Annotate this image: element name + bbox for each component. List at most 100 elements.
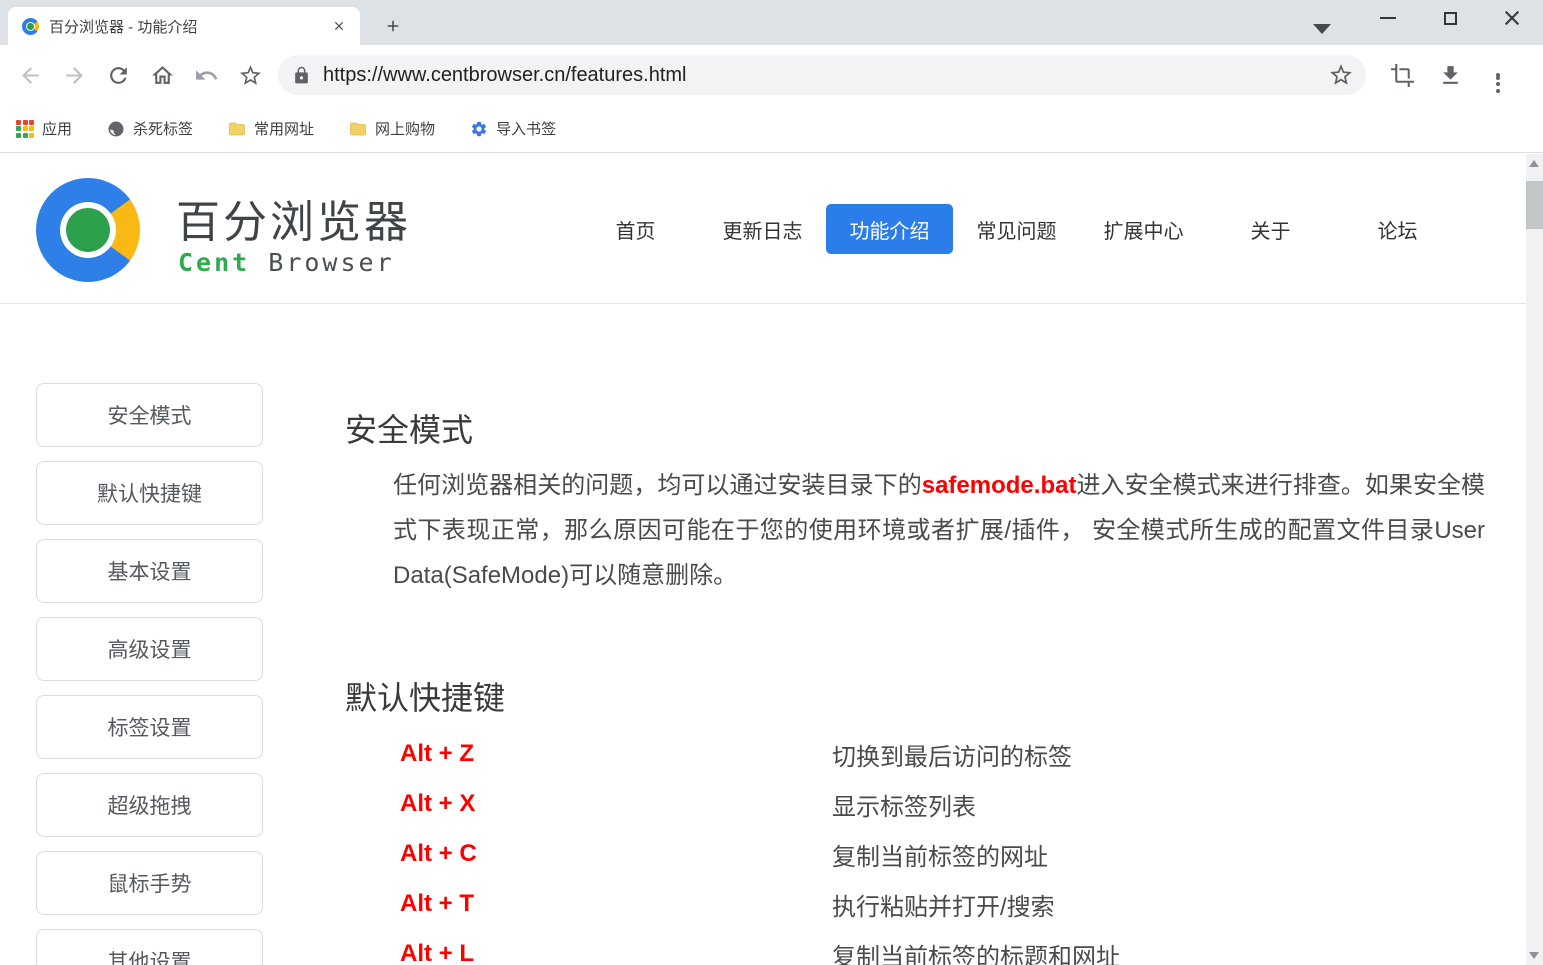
gear-icon: [470, 120, 488, 138]
sidebar-item-mouse-gesture[interactable]: 鼠标手势: [36, 851, 263, 915]
forward-icon: [62, 63, 87, 88]
bookmark-folder-shopping[interactable]: 网上购物: [345, 113, 439, 145]
minimize-button[interactable]: [1357, 0, 1419, 36]
scroll-up-icon[interactable]: [1529, 160, 1539, 167]
address-bar[interactable]: https://www.centbrowser.cn/features.html: [278, 55, 1366, 95]
folder-icon: [349, 120, 367, 138]
cent-browser-logo-icon[interactable]: [36, 178, 140, 282]
sidebar-item-advanced-settings[interactable]: 高级设置: [36, 617, 263, 681]
forward-button[interactable]: [52, 53, 96, 97]
main-column: 安全模式 任何浏览器相关的问题，均可以通过安装目录下的safemode.bat进…: [345, 305, 1505, 965]
section-heading-shortcuts: 默认快捷键: [345, 673, 505, 719]
favicon-cent-browser-icon: [22, 18, 39, 35]
sidebar-item-super-drag[interactable]: 超级拖拽: [36, 773, 263, 837]
bookmark-label: 常用网址: [254, 118, 314, 139]
sidebar-item-basic-settings[interactable]: 基本设置: [36, 539, 263, 603]
shortcut-desc: 切换到最后访问的标签: [832, 737, 1072, 772]
bookmark-label: 杀死标签: [133, 118, 193, 139]
shortcut-desc: 复制当前标签的标题和网址: [832, 937, 1120, 965]
safemode-bat-highlight: safemode.bat: [922, 472, 1077, 499]
tab-search-dropdown-icon[interactable]: [1313, 24, 1331, 34]
nav-item-extensions[interactable]: 扩展中心: [1080, 204, 1207, 254]
crop-icon: [1390, 63, 1415, 88]
bookmarks-bar: 应用 杀死标签 常用网址 网上购物 导入书签: [0, 105, 1543, 153]
shortcut-keys: Alt + C: [400, 840, 832, 868]
main-nav: 首页 更新日志 功能介绍 常见问题 扩展中心 关于 论坛: [572, 154, 1461, 304]
shortcut-keys: Alt + T: [400, 890, 832, 918]
shortcut-list: Alt + Z 切换到最后访问的标签 Alt + X 显示标签列表 Alt + …: [400, 729, 1500, 965]
scroll-down-icon[interactable]: [1529, 952, 1539, 959]
content-area: 安全模式 默认快捷键 基本设置 高级设置 标签设置 超级拖拽 鼠标手势 其他设置…: [0, 305, 1526, 965]
bookmark-label: 应用: [42, 118, 72, 139]
reload-icon: [106, 63, 131, 88]
scrollbar-thumb[interactable]: [1526, 181, 1543, 229]
safemode-paragraph: 任何浏览器相关的问题，均可以通过安装目录下的safemode.bat进入安全模式…: [393, 463, 1485, 598]
section-heading-safemode: 安全模式: [345, 405, 473, 451]
sidebar-item-tab-settings[interactable]: 标签设置: [36, 695, 263, 759]
shortcut-desc: 显示标签列表: [832, 787, 976, 822]
brand-name-en: Cent Browser: [178, 248, 395, 277]
browser-window: 百分浏览器 - 功能介绍: [0, 0, 1543, 965]
nav-item-features[interactable]: 功能介绍: [826, 204, 953, 254]
home-button[interactable]: [140, 53, 184, 97]
webpage-viewport: 百分浏览器 Cent Browser 首页 更新日志 功能介绍 常见问题 扩展中…: [0, 154, 1543, 965]
home-icon: [150, 63, 175, 88]
nav-item-about[interactable]: 关于: [1207, 204, 1334, 254]
bookmark-folder-common-sites[interactable]: 常用网址: [224, 113, 318, 145]
back-icon: [18, 63, 43, 88]
shortcut-keys: Alt + X: [400, 790, 832, 818]
url-text[interactable]: https://www.centbrowser.cn/features.html: [323, 64, 1328, 87]
toolbar: https://www.centbrowser.cn/features.html: [0, 45, 1543, 105]
shortcut-row: Alt + X 显示标签列表: [400, 779, 1500, 829]
shortcut-desc: 执行粘贴并打开/搜索: [832, 887, 1055, 922]
tab-close-icon[interactable]: [328, 15, 350, 37]
apps-grid-icon: [16, 120, 34, 138]
collect-button[interactable]: [228, 53, 272, 97]
shortcut-row: Alt + T 执行粘贴并打开/搜索: [400, 879, 1500, 929]
sidebar-item-shortcuts[interactable]: 默认快捷键: [36, 461, 263, 525]
sidebar-item-safemode[interactable]: 安全模式: [36, 383, 263, 447]
bookmark-import[interactable]: 导入书签: [466, 113, 560, 145]
undo-arrow-icon: [194, 63, 219, 88]
menu-button[interactable]: [1476, 53, 1520, 97]
nav-item-forum[interactable]: 论坛: [1334, 204, 1461, 254]
site-header: 百分浏览器 Cent Browser 首页 更新日志 功能介绍 常见问题 扩展中…: [0, 154, 1526, 304]
new-tab-button[interactable]: [376, 11, 410, 41]
download-button[interactable]: [1428, 53, 1472, 97]
bookmark-star-icon[interactable]: [1328, 62, 1354, 88]
nav-item-changelog[interactable]: 更新日志: [699, 204, 826, 254]
shortcut-desc: 复制当前标签的网址: [832, 837, 1048, 872]
globe-icon: [107, 120, 125, 138]
shortcut-row: Alt + L 复制当前标签的标题和网址: [400, 929, 1500, 965]
back-button[interactable]: [8, 53, 52, 97]
nav-item-faq[interactable]: 常见问题: [953, 204, 1080, 254]
screenshot-button[interactable]: [1380, 53, 1424, 97]
shortcut-keys: Alt + Z: [400, 740, 832, 768]
kebab-menu-icon: [1496, 73, 1500, 77]
bookmark-kill-tab[interactable]: 杀死标签: [103, 113, 197, 145]
bookmark-apps[interactable]: 应用: [12, 113, 76, 145]
bookmark-label: 导入书签: [496, 118, 556, 139]
nav-item-home[interactable]: 首页: [572, 204, 699, 254]
maximize-button[interactable]: [1419, 0, 1481, 36]
tab-title: 百分浏览器 - 功能介绍: [49, 16, 328, 37]
side-menu: 安全模式 默认快捷键 基本设置 高级设置 标签设置 超级拖拽 鼠标手势 其他设置: [36, 383, 263, 965]
sidebar-item-other-settings[interactable]: 其他设置: [36, 929, 263, 965]
bookmark-label: 网上购物: [375, 118, 435, 139]
reload-button[interactable]: [96, 53, 140, 97]
close-icon: [1504, 10, 1520, 26]
window-controls: [1357, 0, 1543, 36]
page-scrollbar[interactable]: [1526, 154, 1543, 965]
restore-tab-button[interactable]: [184, 53, 228, 97]
minimize-icon: [1380, 17, 1396, 19]
close-button[interactable]: [1481, 0, 1543, 36]
browser-tab[interactable]: 百分浏览器 - 功能介绍: [8, 7, 360, 45]
webpage: 百分浏览器 Cent Browser 首页 更新日志 功能介绍 常见问题 扩展中…: [0, 154, 1526, 965]
shortcut-row: Alt + Z 切换到最后访问的标签: [400, 729, 1500, 779]
shortcut-keys: Alt + L: [400, 940, 832, 965]
folder-icon: [228, 120, 246, 138]
maximize-icon: [1444, 12, 1457, 25]
brand-name-zh: 百分浏览器: [176, 186, 411, 250]
download-icon: [1438, 63, 1463, 88]
lock-icon: [292, 66, 311, 85]
